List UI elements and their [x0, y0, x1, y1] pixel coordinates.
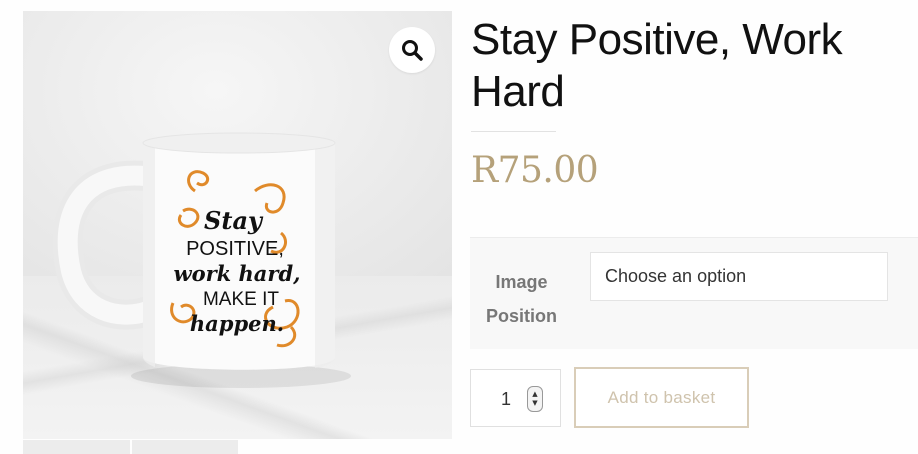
quantity-field[interactable]: 1 ▲ ▼ [470, 369, 561, 427]
image-position-select[interactable]: Choose an option [590, 252, 888, 301]
product-price: R75.00 [471, 150, 599, 191]
thumbnail-strip [23, 440, 238, 454]
variations-table: Image Position Choose an option [470, 237, 918, 349]
mug-text-line1: Stay [204, 206, 264, 235]
add-to-basket-button[interactable]: Add to basket [574, 367, 749, 428]
chevron-up-icon[interactable]: ▲ [532, 390, 537, 399]
variation-label: Image Position [486, 272, 557, 326]
mug-image: Stay POSITIVE, work hard, MAKE IT happen… [52, 132, 351, 388]
quantity-stepper[interactable]: ▲ ▼ [527, 386, 543, 412]
magnifier-icon [402, 40, 423, 61]
thumbnail[interactable] [131, 440, 238, 454]
mug-text-line4: MAKE IT [203, 289, 279, 310]
mug-text-line5: happen. [190, 311, 284, 336]
chevron-down-icon[interactable]: ▼ [532, 399, 537, 408]
mug-text-line2: POSITIVE, [186, 238, 284, 260]
quantity-value[interactable]: 1 [471, 370, 531, 426]
mug-text-line3: work hard, [174, 261, 301, 286]
zoom-button[interactable] [389, 27, 435, 73]
product-title: Stay Positive, Work Hard [471, 15, 843, 116]
title-divider [471, 131, 556, 132]
product-gallery: Stay POSITIVE, work hard, MAKE IT happen… [23, 11, 452, 439]
thumbnail[interactable] [23, 440, 130, 454]
